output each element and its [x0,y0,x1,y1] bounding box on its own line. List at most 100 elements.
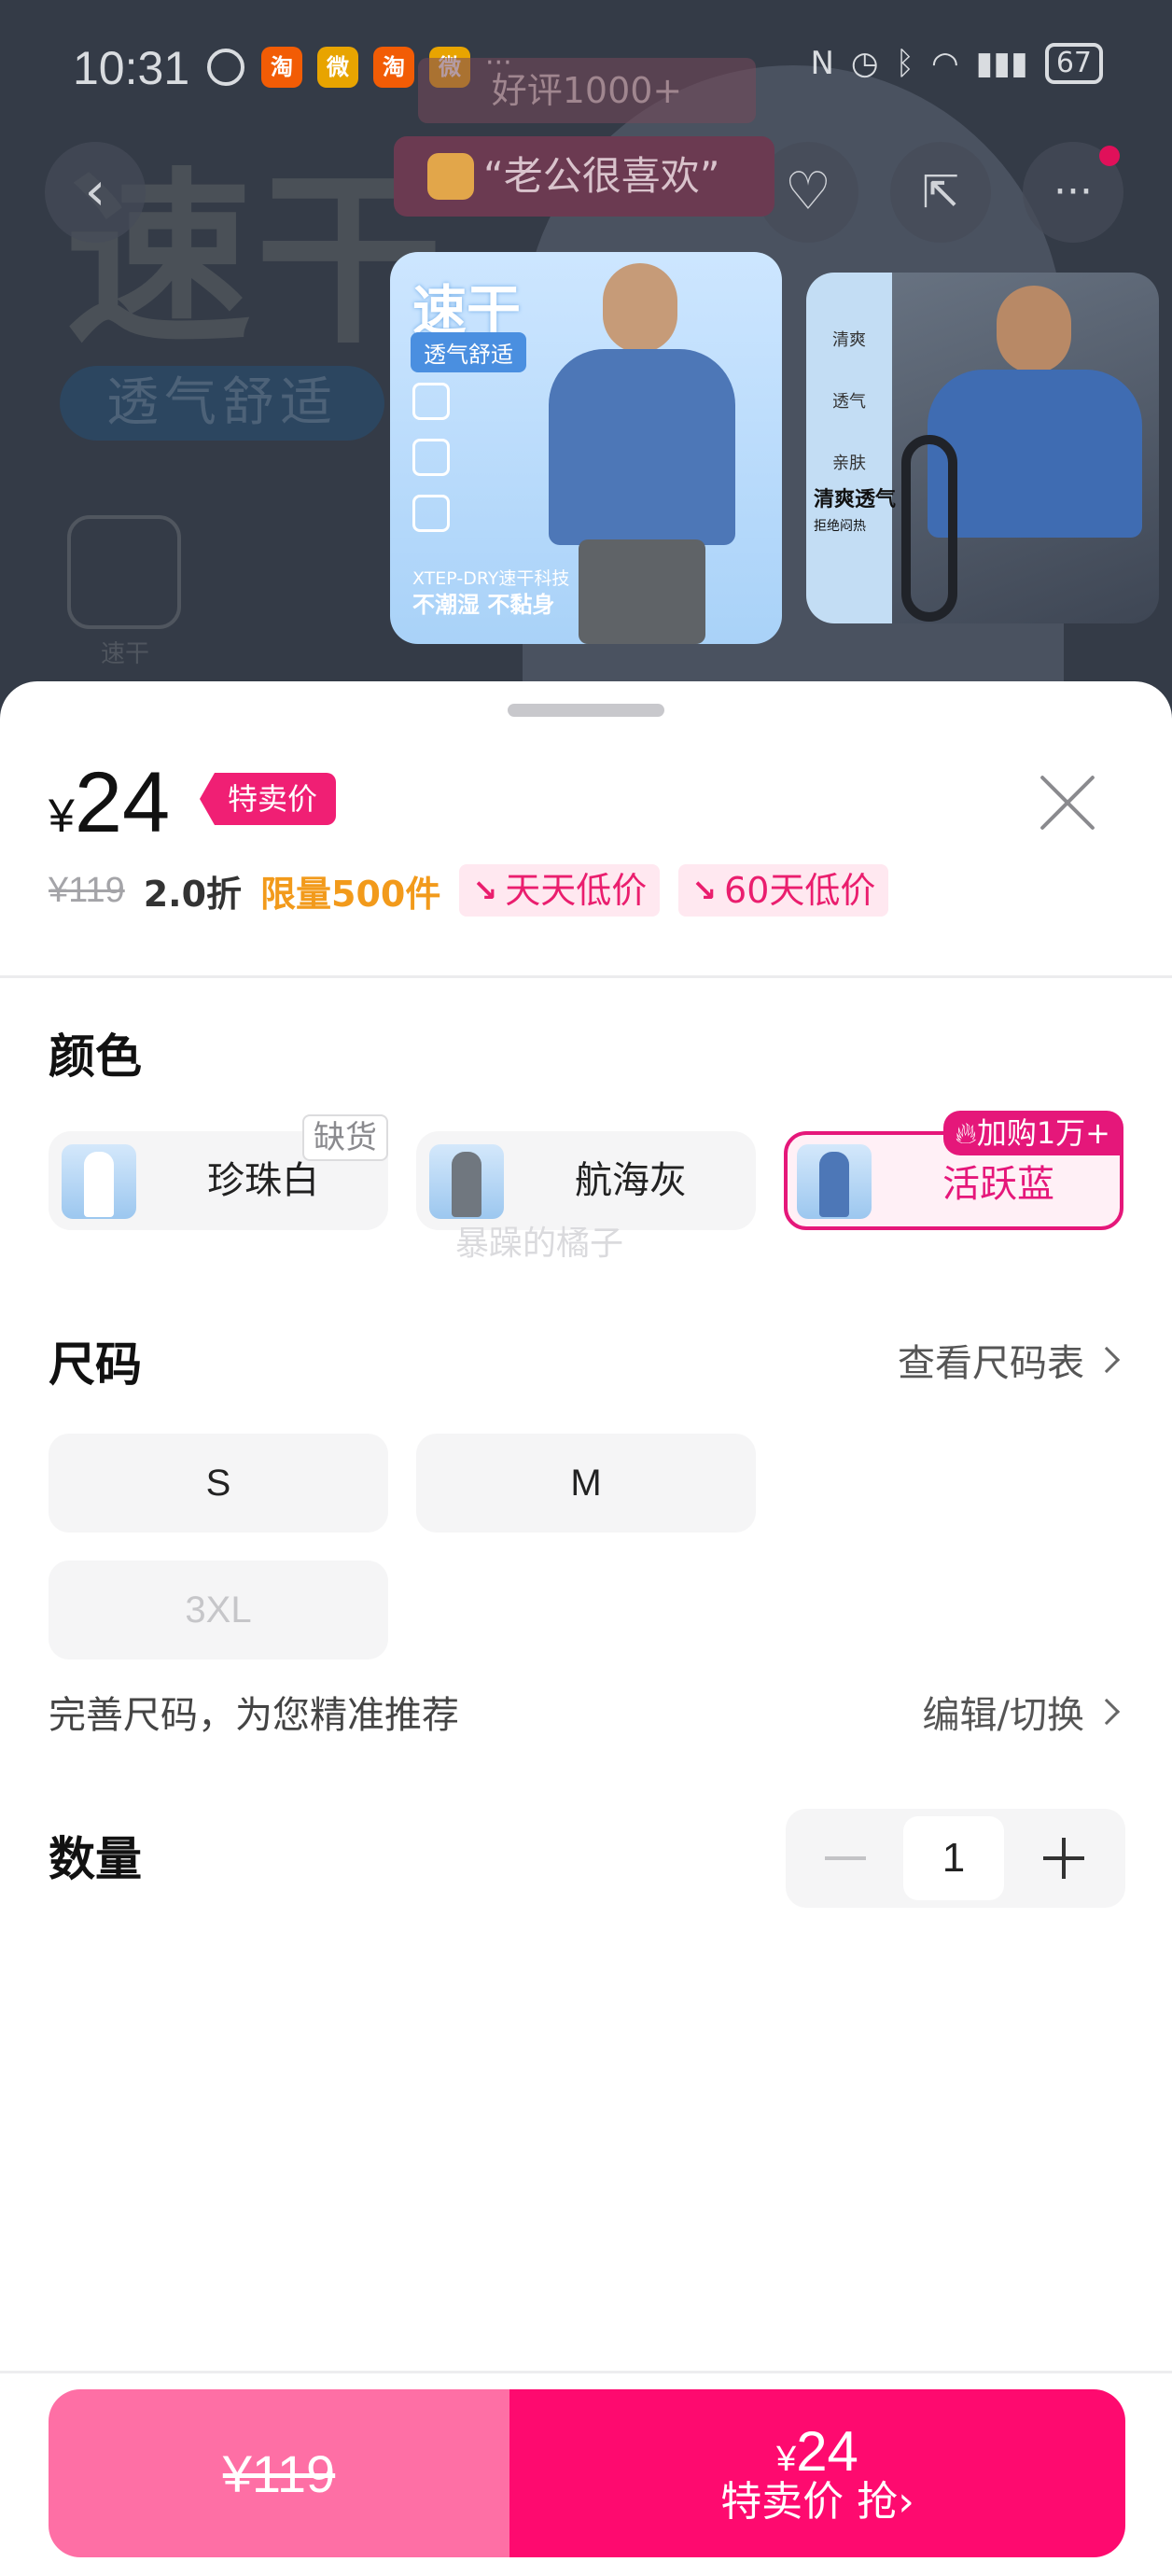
discount-label: 2.0折 [143,873,243,915]
side-caption-title: 清爽透气 [814,488,897,511]
color-option-active-blue[interactable]: 活跃蓝 🔥︎加购1万+ [784,1111,1123,1230]
model-figure [549,263,735,644]
watermark: 暴躁的橘子 [455,1225,624,1263]
popular-badge-label: 加购1万+ [976,1115,1110,1151]
trend-down-icon: ↘ [691,873,718,908]
feature-label: 亲肤 [832,454,866,473]
breathable-feature-icon [412,439,450,476]
sale-tag: 特卖价 [200,773,337,825]
trend-down-icon: ↘ [472,873,498,908]
low-price-badge: ↘ 天天低价 [459,864,661,917]
out-of-stock-badge: 缺货 [302,1114,388,1161]
backdrop-subtitle: 透气舒适 [60,366,384,441]
status-indicators: N ◷ ᛒ ◠ ▮▮▮ 67 [810,43,1103,84]
nfc-icon: N [810,45,834,82]
weibo-app-icon: 微 [317,47,358,88]
low-price-badge-label: 天天低价 [505,870,648,911]
color-option-pearl-white[interactable]: 珍珠白 缺货 [49,1114,388,1230]
gallery-main-image[interactable]: 速干 透气舒适 XTEP-DRY速干科技 不潮湿 不黏身 [390,252,782,644]
back-button[interactable]: ‹ [45,142,146,243]
size-option-m[interactable]: M [416,1434,756,1533]
section-divider [0,975,1172,978]
notification-dot [1099,146,1120,166]
gallery-footer: XTEP-DRY速干科技 不潮湿 不黏身 [412,566,569,620]
taobao-app-icon: 淘 [373,47,414,88]
product-page-backdrop[interactable]: 速干 透气舒适 速干 10:31 淘 微 淘 微 ··· N ◷ ᛒ ◠ ▮▮▮… [0,0,1172,728]
buy-now-button[interactable]: ¥24 特卖价 抢› [509,2389,1125,2557]
alarm-status-icon: ◷ [850,45,879,82]
buy-currency-symbol: ¥ [776,2440,797,2480]
buy-price-value: 24 [796,2420,858,2484]
low-price-badge: ↘ 60天低价 [678,864,889,917]
quantity-section-title: 数量 [49,1832,142,1886]
battery-icon: 67 [1044,43,1103,84]
gallery-footer-line2: 不潮湿 不黏身 [412,592,555,618]
product-sku-page: 速干 透气舒适 速干 10:31 淘 微 淘 微 ··· N ◷ ᛒ ◠ ▮▮▮… [0,0,1172,2576]
sku-bottom-sheet: ¥24 特卖价 ¥119 2.0折 限量500件 ↘ 天天低价 ↘ 60天低价 … [0,681,1172,2576]
quote-text: “老公很喜欢” [483,153,720,199]
buy-label-text: 特卖价 抢 [720,2478,899,2527]
limited-quantity: 限量500件 [260,873,441,915]
side-caption-sub: 拒绝闷热 [814,519,866,534]
color-section-title: 颜色 [49,1029,142,1084]
heart-plus-icon: ♡ [784,161,832,222]
quote-bubble: “老公很喜欢” [394,136,774,217]
quantity-value[interactable]: 1 [903,1816,1004,1900]
feature-strip [806,273,892,623]
flame-icon: 🔥︎ [955,1115,977,1151]
color-swatch [797,1144,872,1219]
chevron-right-icon: › [898,2478,914,2527]
share-button[interactable]: ⇱ [890,142,991,243]
original-price-button[interactable]: ¥119 [49,2389,509,2557]
share-icon: ⇱ [921,166,960,218]
low-price-badge-label: 60天低价 [724,870,876,911]
side-caption: 清爽透气 拒绝闷热 [814,487,896,539]
bluetooth-icon: ᛒ [895,45,914,82]
gallery-footer-line1: XTEP-DRY速干科技 [412,568,570,589]
decrease-button[interactable] [808,1809,883,1908]
buy-label: 特卖价 抢› [720,2481,914,2524]
edit-size-link[interactable]: 编辑/切换 [922,1685,1121,1739]
chevron-right-icon [1093,1346,1121,1374]
drag-handle[interactable] [508,704,664,717]
size-recommend-text: 完善尺码，为您精准推荐 [49,1694,459,1737]
backdrop-icon-label: 速干 [101,640,150,668]
size-chart-link[interactable]: 查看尺码表 [898,1333,1121,1387]
color-swatch [429,1144,504,1219]
bottom-divider [0,2371,1172,2373]
review-bubble: 好评1000+ [418,58,756,123]
model-figure [901,286,1142,623]
wifi-icon: ◠ [931,45,959,82]
gallery-pill: 透气舒适 [411,332,526,372]
feature-label: 清爽 [832,330,866,350]
alarm-icon [207,49,244,86]
size-option-3xl[interactable]: 3XL [49,1561,388,1659]
price-display: ¥24 [49,754,170,852]
color-swatch [62,1144,136,1219]
price-subrow: ¥119 2.0折 限量500件 ↘ 天天低价 ↘ 60天低价 [49,864,889,917]
chevron-right-icon [1093,1698,1121,1726]
close-button[interactable] [1032,767,1103,838]
status-time: 10:31 [73,42,190,94]
quick-dry-feature-icon [412,383,450,420]
signal-icon: ▮▮▮ [975,45,1028,82]
popular-badge: 🔥︎加购1万+ [943,1111,1123,1155]
more-dots-icon: ··· [1053,168,1093,216]
original-price: ¥119 [49,870,125,910]
gallery-side-image[interactable]: 清爽 透气 亲肤 清爽透气 拒绝闷热 [806,273,1159,623]
size-section-title: 尺码 [49,1337,142,1392]
quick-dry-icon [67,515,181,629]
buy-price: ¥24 [776,2422,858,2481]
taobao-app-icon: 淘 [261,47,302,88]
thumbs-up-icon [427,153,474,200]
edit-size-label: 编辑/切换 [922,1694,1084,1737]
increase-button[interactable] [1026,1809,1101,1908]
quantity-stepper: 1 [786,1809,1125,1908]
chevron-left-icon: ‹ [84,161,106,222]
size-option-s[interactable]: S [49,1434,388,1533]
currency-symbol: ¥ [49,790,75,842]
feature-label: 透气 [832,392,866,412]
skin-feature-icon [412,495,450,532]
purchase-bar: ¥119 ¥24 特卖价 抢› [49,2389,1125,2557]
size-chart-label: 查看尺码表 [898,1342,1084,1385]
